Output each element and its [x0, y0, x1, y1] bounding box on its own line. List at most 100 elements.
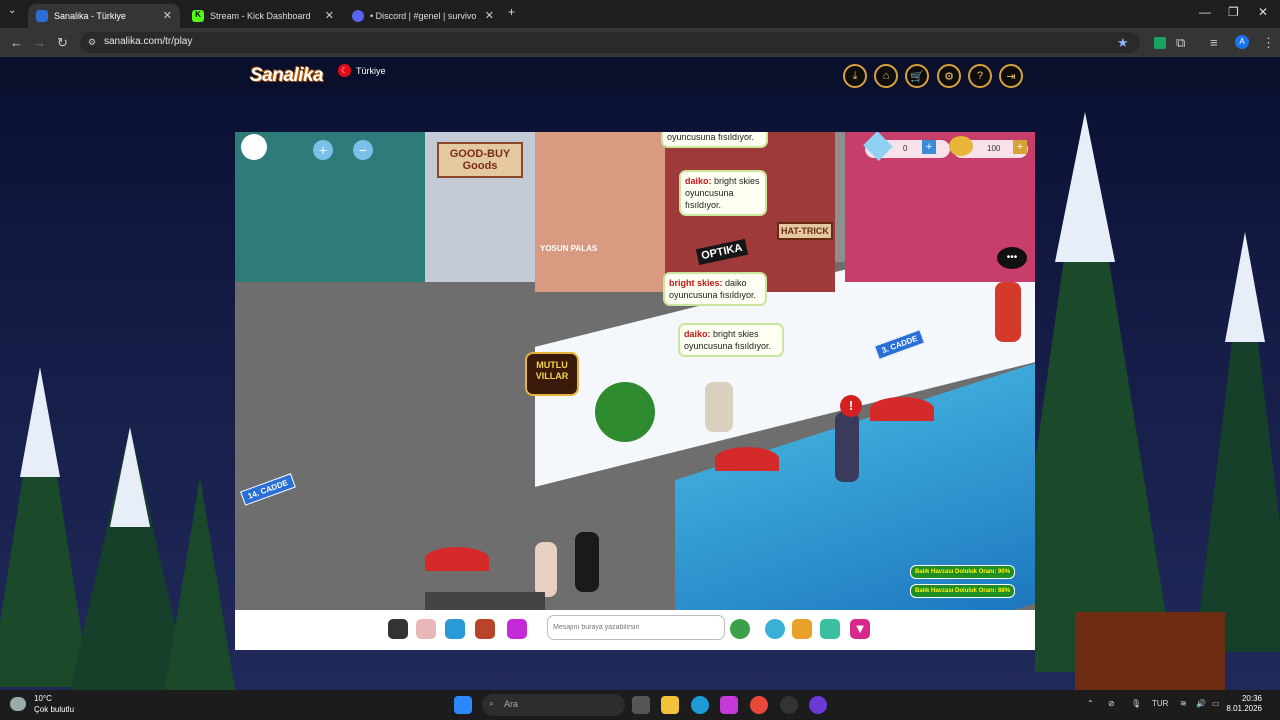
coin-icon: [949, 136, 973, 156]
clock-time: 20:36: [1241, 694, 1262, 703]
tab-sanalika[interactable]: Sanalika - Türkiye ✕: [28, 4, 180, 28]
windows-start-icon[interactable]: [454, 696, 472, 714]
edge-icon[interactable]: [691, 696, 709, 714]
gear-icon[interactable]: ⚙: [937, 64, 961, 88]
game-action-bar: ▼: [235, 610, 1035, 650]
cart-icon[interactable]: 🛒: [905, 64, 929, 88]
site-info-icon[interactable]: ⚙: [88, 37, 96, 48]
weather-temperature: 10°C: [34, 694, 52, 703]
zoom-out-icon[interactable]: −: [353, 140, 373, 160]
home-icon[interactable]: ⌂: [874, 64, 898, 88]
extension-icon[interactable]: [1154, 37, 1166, 49]
chat-bubble: daiko: bright skies oyuncusuna fısıldıyo…: [678, 323, 784, 357]
close-window-button[interactable]: ✕: [1258, 5, 1268, 19]
umbrella-decoration: [425, 547, 489, 571]
weather-widget[interactable]: 10°C Çok bulutlu: [10, 693, 74, 715]
yosun-palas-building: YOSUN PALAS: [535, 132, 665, 292]
dropdown-menu-icon[interactable]: ▼: [850, 619, 870, 639]
tray-overflow-icon[interactable]: ⌃: [1087, 699, 1094, 708]
chrome-icon[interactable]: [750, 696, 768, 714]
battery-icon[interactable]: ▭: [1212, 699, 1220, 708]
phone-icon[interactable]: [388, 619, 408, 639]
pet-icon[interactable]: [765, 619, 785, 639]
sanalika-logo[interactable]: Sanalika: [250, 65, 324, 87]
reload-icon[interactable]: ↻: [57, 35, 68, 51]
player-avatar[interactable]: [535, 542, 557, 597]
pine-trees-right-decoration: [1035, 112, 1280, 690]
goodbuy-store-building: GOOD-BUY Goods: [425, 132, 535, 282]
add-coins-button[interactable]: +: [1013, 140, 1027, 154]
extensions-puzzle-icon[interactable]: ⧉: [1176, 35, 1185, 51]
profile-avatar[interactable]: A: [1235, 35, 1249, 49]
chat-input[interactable]: [547, 615, 725, 640]
file-explorer-icon[interactable]: [661, 696, 679, 714]
discord-favicon-icon: [352, 10, 364, 22]
close-tab-icon[interactable]: ✕: [325, 9, 334, 22]
copilot-icon[interactable]: [720, 696, 738, 714]
wifi-icon[interactable]: ≋: [1180, 699, 1187, 708]
chat-bubble-speaker: daiko:: [685, 176, 712, 186]
island-icon[interactable]: [820, 619, 840, 639]
menu-icon[interactable]: ⋮: [1262, 35, 1275, 51]
clock-date: 8.01.2026: [1226, 704, 1262, 713]
taskbar-search[interactable]: ⌕ Ara: [482, 694, 625, 716]
umbrella-decoration: [870, 397, 934, 421]
backpack-icon[interactable]: [475, 619, 495, 639]
player-avatar[interactable]: [835, 412, 859, 482]
bookmark-star-icon[interactable]: ★: [1117, 35, 1129, 51]
diamond-count: 0: [903, 144, 908, 153]
help-icon[interactable]: ?: [968, 64, 992, 88]
fish-pool-badge: Balık Havzası Doluluk Oranı: 88%: [910, 584, 1016, 598]
minimize-button[interactable]: —: [1199, 5, 1211, 19]
trophy-icon[interactable]: [792, 619, 812, 639]
player-avatar[interactable]: [995, 282, 1021, 342]
dance-icon[interactable]: [507, 619, 527, 639]
umbrella-decoration: [715, 447, 779, 471]
emotes-icon[interactable]: [416, 619, 436, 639]
user-avatar-icon[interactable]: [241, 134, 267, 160]
more-options-icon[interactable]: •••: [997, 247, 1027, 269]
add-diamonds-button[interactable]: +: [922, 140, 936, 154]
close-tab-icon[interactable]: ✕: [485, 9, 494, 22]
zoom-in-icon[interactable]: +: [313, 140, 333, 160]
new-tab-button[interactable]: +: [508, 5, 515, 19]
pine-trees-left-decoration: [0, 367, 235, 690]
media-control-icon[interactable]: ≡: [1210, 35, 1218, 50]
player-avatar[interactable]: [575, 532, 599, 592]
network-off-icon[interactable]: ⊘: [1108, 699, 1115, 708]
download-icon[interactable]: ⤓: [843, 64, 867, 88]
maximize-button[interactable]: ❐: [1228, 5, 1239, 19]
chat-bubble: daiko: bright skies oyuncusuna fısıldıyo…: [679, 170, 767, 216]
weather-description: Çok bulutlu: [34, 705, 75, 714]
tab-title: Stream - Kick Dashboard: [210, 11, 311, 21]
obs-icon[interactable]: [780, 696, 798, 714]
chat-bubble: bright skies: daiko oyuncusuna fısıldıyo…: [663, 272, 767, 306]
url-text: sanalika.com/tr/play: [104, 36, 193, 47]
volume-icon[interactable]: 🔊: [1196, 699, 1206, 708]
chat-bubble-speaker: bright skies:: [669, 278, 723, 288]
back-icon[interactable]: ←: [10, 35, 23, 50]
logout-icon[interactable]: ⇥: [999, 64, 1023, 88]
alert-icon[interactable]: !: [840, 395, 862, 417]
clothes-icon[interactable]: [445, 619, 465, 639]
taskbar-clock[interactable]: 20:36 8.01.2026: [1226, 694, 1262, 714]
tab-list-icon[interactable]: ⌄: [8, 5, 16, 16]
microphone-icon[interactable]: 🎙: [1131, 699, 1141, 708]
close-tab-icon[interactable]: ✕: [163, 9, 172, 22]
language-indicator[interactable]: TUR: [1152, 699, 1168, 708]
palm-creature-avatar[interactable]: [595, 382, 655, 442]
tab-discord[interactable]: • Discord | #genel | survivo ✕: [344, 4, 502, 28]
windows-taskbar: 10°C Çok bulutlu ⌕ Ara ⌃ ⊘ 🎙 TUR ≋ 🔊 ▭ 2…: [0, 690, 1280, 720]
language-selector[interactable]: ☾ Türkiye: [338, 64, 386, 77]
game-canvas[interactable]: GOOD-BUY Goods YOSUN PALAS OPTIKA HAT-TR…: [235, 132, 1035, 610]
chat-bubble: oyuncusuna fısıldıyor.: [661, 132, 768, 148]
player-avatar[interactable]: [705, 382, 733, 432]
chat-bubbles-icon[interactable]: [730, 619, 750, 639]
url-field[interactable]: sanalika.com/tr/play: [80, 32, 1140, 53]
app-icon[interactable]: [809, 696, 827, 714]
fish-pool-text: Balık Havzası Doluluk Oranı: 90%: [915, 569, 1011, 575]
task-view-icon[interactable]: [632, 696, 650, 714]
goodbuy-sign: GOOD-BUY Goods: [437, 142, 523, 178]
tab-kick[interactable]: K Stream - Kick Dashboard ✕: [184, 4, 342, 28]
forward-icon[interactable]: →: [33, 35, 46, 50]
